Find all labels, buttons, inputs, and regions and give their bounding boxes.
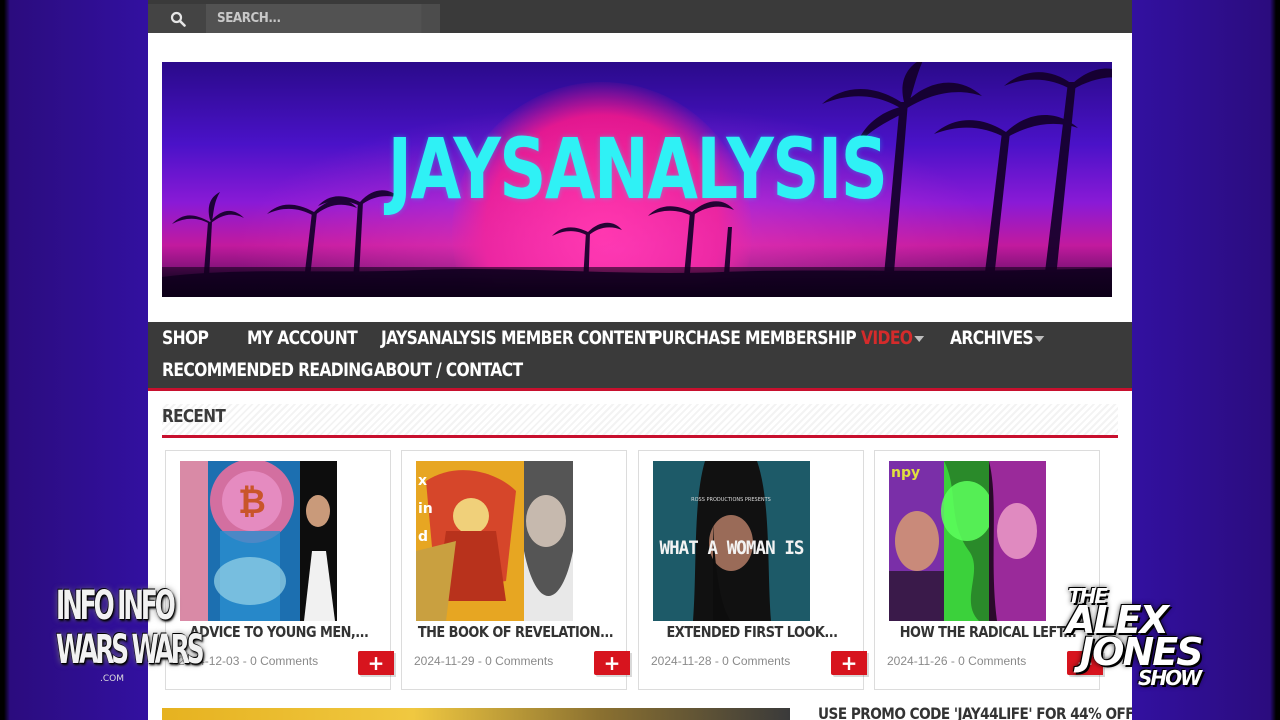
svg-text:₿: ₿ <box>238 482 266 522</box>
svg-text:npy: npy <box>891 465 920 481</box>
featured-image-strip[interactable] <box>162 708 790 720</box>
svg-text:d: d <box>418 529 428 545</box>
post-thumbnail[interactable]: ₿ <box>180 461 337 621</box>
search-input[interactable] <box>206 4 422 33</box>
post-thumbnail[interactable]: x in d <box>416 461 573 621</box>
thumbnail-caption: WHAT A WOMAN IS <box>659 537 804 559</box>
infowars-logo-com: .COM <box>100 674 124 684</box>
nav-item-video-label: VIDEO <box>861 327 913 349</box>
search-button[interactable] <box>148 4 206 33</box>
svg-text:ROSS PRODUCTIONS PRESENTS: ROSS PRODUCTIONS PRESENTS <box>691 497 771 503</box>
infowars-logo-row1: INFO INFO <box>56 583 176 629</box>
plus-button[interactable]: + <box>358 651 394 675</box>
main-nav: SHOP MY ACCOUNT JAYSANALYSIS MEMBER CONT… <box>148 322 1132 391</box>
site-banner[interactable]: JAYSANALYSIS <box>162 62 1112 297</box>
post-date: 2024-11-26 <box>887 654 948 668</box>
search-box <box>148 4 440 33</box>
nav-item-member-content[interactable]: JAYSANALYSIS MEMBER CONTENT <box>381 327 657 349</box>
recent-title: RECENT <box>162 406 226 427</box>
post-thumbnail[interactable]: npy <box>889 461 1046 621</box>
thumbnail-image: ₿ <box>180 461 337 621</box>
post-date: 2024-11-28 <box>651 654 712 668</box>
post-comments[interactable]: 0 Comments <box>722 654 790 668</box>
svg-text:x: x <box>418 473 427 489</box>
post-comments[interactable]: 0 Comments <box>250 654 318 668</box>
recent-section-header: RECENT <box>162 404 1118 438</box>
post-title[interactable]: ADVICE TO YOUNG MEN,... <box>182 623 376 641</box>
top-bar <box>148 0 1132 33</box>
infowars-logo-row2: WARS WARS <box>56 627 205 673</box>
post-card[interactable]: x in d THE BOOK OF REVELATION... 2024-11… <box>401 450 630 690</box>
nav-item-my-account[interactable]: MY ACCOUNT <box>247 327 358 349</box>
plus-button[interactable]: + <box>831 651 867 675</box>
meta-separator: - <box>239 654 251 668</box>
nav-item-about-contact[interactable]: ABOUT / CONTACT <box>374 359 523 381</box>
post-comments[interactable]: 0 Comments <box>485 654 553 668</box>
search-icon <box>170 11 186 27</box>
nav-item-recommended-reading[interactable]: RECOMMENDED READING <box>162 359 373 381</box>
nav-item-purchase-membership[interactable]: PURCHASE MEMBERSHIP <box>651 327 857 349</box>
nav-item-archives[interactable]: ARCHIVES <box>950 327 1045 349</box>
post-comments[interactable]: 0 Comments <box>958 654 1026 668</box>
banner-title: JAYSANALYSIS <box>387 120 888 218</box>
meta-separator: - <box>711 654 723 668</box>
logo-show: SHOW <box>1138 666 1202 690</box>
plus-button[interactable]: + <box>594 651 630 675</box>
thumbnail-image: x in d <box>416 461 573 621</box>
svg-text:in: in <box>418 501 433 517</box>
chevron-down-icon <box>1034 335 1045 342</box>
post-title[interactable]: THE BOOK OF REVELATION... <box>418 623 614 641</box>
alex-jones-show-logo: THE ALEX JONES SHOW <box>1062 584 1222 694</box>
chevron-down-icon <box>914 335 924 342</box>
nav-item-video[interactable]: VIDEO <box>861 327 924 349</box>
post-title[interactable]: EXTENDED FIRST LOOK... <box>655 623 849 641</box>
website-page: JAYSANALYSIS SHOP MY ACCOUNT JAYSANALYSI… <box>148 0 1132 720</box>
banner-ground <box>162 267 1112 297</box>
meta-separator: - <box>474 654 486 668</box>
post-title[interactable]: HOW THE RADICAL LEFT... <box>891 623 1085 641</box>
nav-item-shop[interactable]: SHOP <box>162 327 209 349</box>
post-meta: 2024-11-26 - 0 Comments <box>887 654 1026 668</box>
post-meta: 2024-11-28 - 0 Comments <box>651 654 790 668</box>
nav-item-archives-label: ARCHIVES <box>950 327 1034 349</box>
thumbnail-image: npy <box>889 461 1046 621</box>
post-meta: 2024-11-29 - 0 Comments <box>414 654 553 668</box>
promo-code-text[interactable]: USE PROMO CODE 'JAY44LIFE' FOR 44% OFF <box>818 704 1132 720</box>
post-date: 2024-11-29 <box>414 654 475 668</box>
post-thumbnail[interactable]: ROSS PRODUCTIONS PRESENTS WHAT A WOMAN I… <box>653 461 810 621</box>
infowars-logo: INFO INFO WARS WARS .COM <box>52 578 205 688</box>
post-card[interactable]: ROSS PRODUCTIONS PRESENTS WHAT A WOMAN I… <box>638 450 867 690</box>
meta-separator: - <box>947 654 959 668</box>
